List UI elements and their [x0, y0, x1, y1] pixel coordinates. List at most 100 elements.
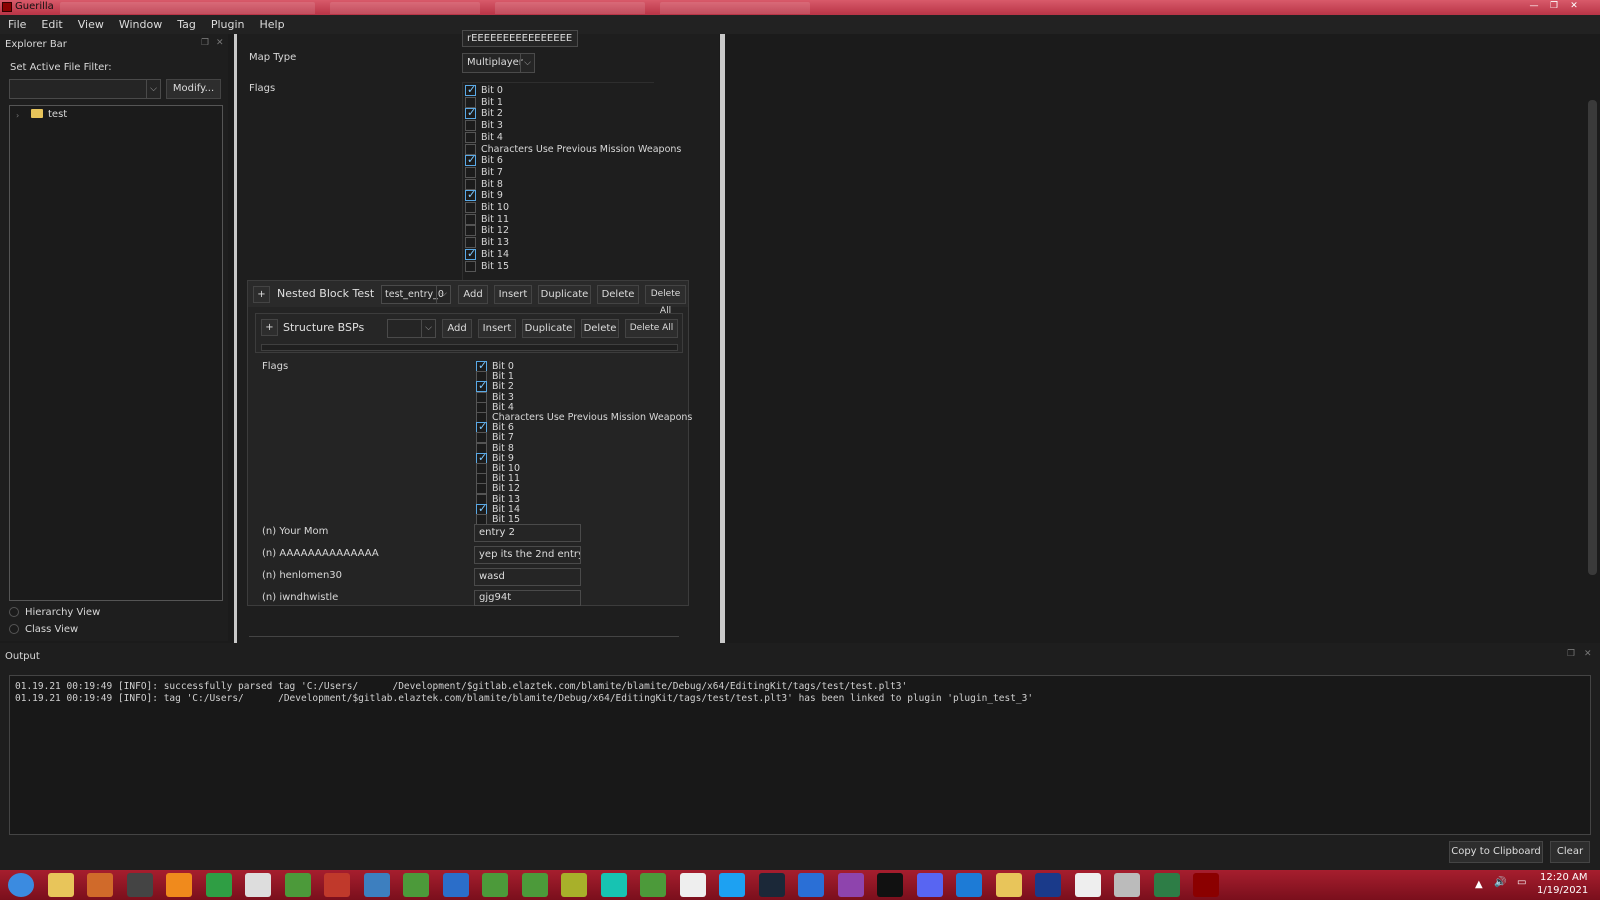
flag-checkbox[interactable] [465, 83, 476, 96]
flag-checkbox[interactable] [465, 106, 476, 120]
background-tab [330, 2, 480, 14]
menu-bar: File Edit View Window Tag Plugin Help [0, 15, 1600, 34]
structure-delete-button[interactable]: Delete [581, 319, 619, 338]
flag-checkbox[interactable] [465, 166, 476, 178]
notepad-icon[interactable] [679, 873, 706, 897]
map-type-label: Map Type [249, 52, 297, 63]
discord-icon[interactable] [916, 873, 943, 897]
nested-block-entry-select[interactable]: test_entry_0 ⌵ [381, 285, 451, 304]
steam-icon[interactable] [758, 873, 785, 897]
nested-delete-button[interactable]: Delete [597, 285, 639, 304]
notes-icon[interactable] [1114, 873, 1140, 897]
start-orb-icon[interactable] [8, 873, 34, 897]
copy-to-clipboard-button[interactable]: Copy to Clipboard [1449, 841, 1543, 863]
flag-checkbox[interactable] [465, 213, 476, 225]
flag-checkbox[interactable] [465, 260, 476, 272]
firefox-icon[interactable] [798, 873, 824, 897]
class-view-radio[interactable] [9, 624, 19, 634]
background-tab [60, 2, 315, 14]
field-input-iwndhwistle[interactable]: gjg94t [474, 590, 581, 606]
structure-insert-button[interactable]: Insert [478, 319, 516, 338]
skype-icon[interactable] [719, 873, 745, 897]
sonic-icon[interactable] [363, 873, 390, 897]
structure-bsps-select[interactable]: ⌵ [387, 319, 436, 338]
menu-file[interactable]: File [0, 15, 33, 34]
chrome-icon[interactable] [205, 873, 232, 897]
visual-studio-icon[interactable] [837, 873, 864, 897]
close-icon[interactable]: ✕ [1567, 1, 1581, 12]
nested-block-expand-button[interactable]: + [253, 286, 270, 303]
file-filter-select[interactable]: ⌵ [9, 79, 161, 99]
minecraft-5-icon[interactable] [561, 873, 587, 897]
menu-window[interactable]: Window [111, 15, 169, 34]
nested-duplicate-button[interactable]: Duplicate [538, 285, 591, 304]
network-icon[interactable]: ▭ [1517, 877, 1526, 888]
chevron-down-icon: ⌵ [520, 54, 534, 72]
minecraft-icon[interactable] [284, 873, 311, 897]
flag-checkbox[interactable] [465, 225, 476, 237]
network-icon[interactable] [1153, 873, 1180, 897]
menu-help[interactable]: Help [252, 15, 292, 34]
nested-block-title: Nested Block Test [277, 287, 375, 300]
map-type-select[interactable]: Multiplayer ⌵ [462, 53, 535, 73]
structure-add-button[interactable]: Add [442, 319, 472, 338]
menu-plugin[interactable]: Plugin [203, 15, 252, 34]
flag-checkbox[interactable] [465, 131, 476, 143]
menu-edit[interactable]: Edit [33, 15, 69, 34]
media-player-icon[interactable] [87, 873, 113, 897]
close-panel-icon[interactable]: ✕ [1584, 649, 1592, 659]
flag-label: Bit 1 [481, 96, 503, 108]
paint-icon[interactable] [324, 873, 350, 897]
tree-expander-icon[interactable]: › [16, 111, 19, 120]
marketplace-icon[interactable] [126, 873, 153, 897]
nested-delete-all-button[interactable]: Delete All [645, 285, 686, 316]
flag-checkbox[interactable] [465, 153, 476, 167]
terminal-icon[interactable] [245, 873, 271, 897]
nested-insert-button[interactable]: Insert [494, 285, 532, 304]
structure-duplicate-button[interactable]: Duplicate [522, 319, 575, 338]
menu-view[interactable]: View [70, 15, 111, 34]
file-explorer-icon[interactable] [47, 873, 74, 897]
float-icon[interactable]: ❐ [201, 38, 209, 48]
halo-icon[interactable] [1035, 873, 1061, 897]
modify-button[interactable]: Modify... [166, 79, 221, 99]
structure-bsps-expand-button[interactable]: + [261, 319, 278, 336]
guerilla-icon[interactable] [1193, 873, 1219, 897]
minimize-icon[interactable]: — [1527, 1, 1541, 12]
field-input-your-mom[interactable]: entry 2 [474, 524, 581, 542]
vlc-icon[interactable] [166, 873, 192, 897]
tree-item-test[interactable]: test [48, 109, 67, 120]
outlook-icon[interactable] [442, 873, 469, 897]
float-icon[interactable]: ❐ [1567, 649, 1575, 659]
menu-tag[interactable]: Tag [169, 15, 203, 34]
field-input-henlomen30[interactable]: wasd [474, 568, 581, 586]
field-input-aaaa[interactable]: yep its the 2nd entry [474, 546, 581, 564]
volume-icon[interactable]: 🔊 [1494, 877, 1506, 888]
minecraft-3-icon[interactable] [482, 873, 508, 897]
output-log[interactable]: 01.19.21 00:19:49 [INFO]: successfully p… [9, 675, 1591, 835]
minecraft-4-icon[interactable] [521, 873, 548, 897]
vertical-scrollbar[interactable] [1588, 100, 1597, 575]
flag-checkbox[interactable] [465, 188, 476, 202]
hierarchy-view-radio[interactable] [9, 607, 19, 617]
class-view-label: Class View [25, 624, 79, 635]
close-panel-icon[interactable]: ✕ [216, 38, 224, 48]
structure-delete-all-button[interactable]: Delete All [625, 319, 678, 338]
tray-up-arrow-icon[interactable]: ▲ [1475, 879, 1483, 890]
window-icon[interactable] [1074, 873, 1101, 897]
restore-icon[interactable]: ❐ [1547, 1, 1561, 12]
clear-button[interactable]: Clear [1550, 841, 1590, 863]
nested-block: + Nested Block Test test_entry_0 ⌵ Add I… [247, 280, 692, 606]
minecraft-6-icon[interactable] [640, 873, 666, 897]
flag-checkbox[interactable] [465, 247, 476, 260]
nested-add-button[interactable]: Add [458, 285, 488, 304]
flag-checkbox[interactable] [465, 202, 476, 213]
gitkraken-icon[interactable] [600, 873, 627, 897]
file-tree[interactable]: › test [9, 105, 223, 601]
virtualbox-icon[interactable] [956, 873, 982, 897]
minecraft-2-icon[interactable] [403, 873, 429, 897]
top-field-input[interactable]: rEEEEEEEEEEEEEEEE [462, 30, 578, 47]
files-icon[interactable] [995, 873, 1022, 897]
flag-checkbox[interactable] [465, 120, 476, 132]
epic-games-icon[interactable] [877, 873, 903, 897]
